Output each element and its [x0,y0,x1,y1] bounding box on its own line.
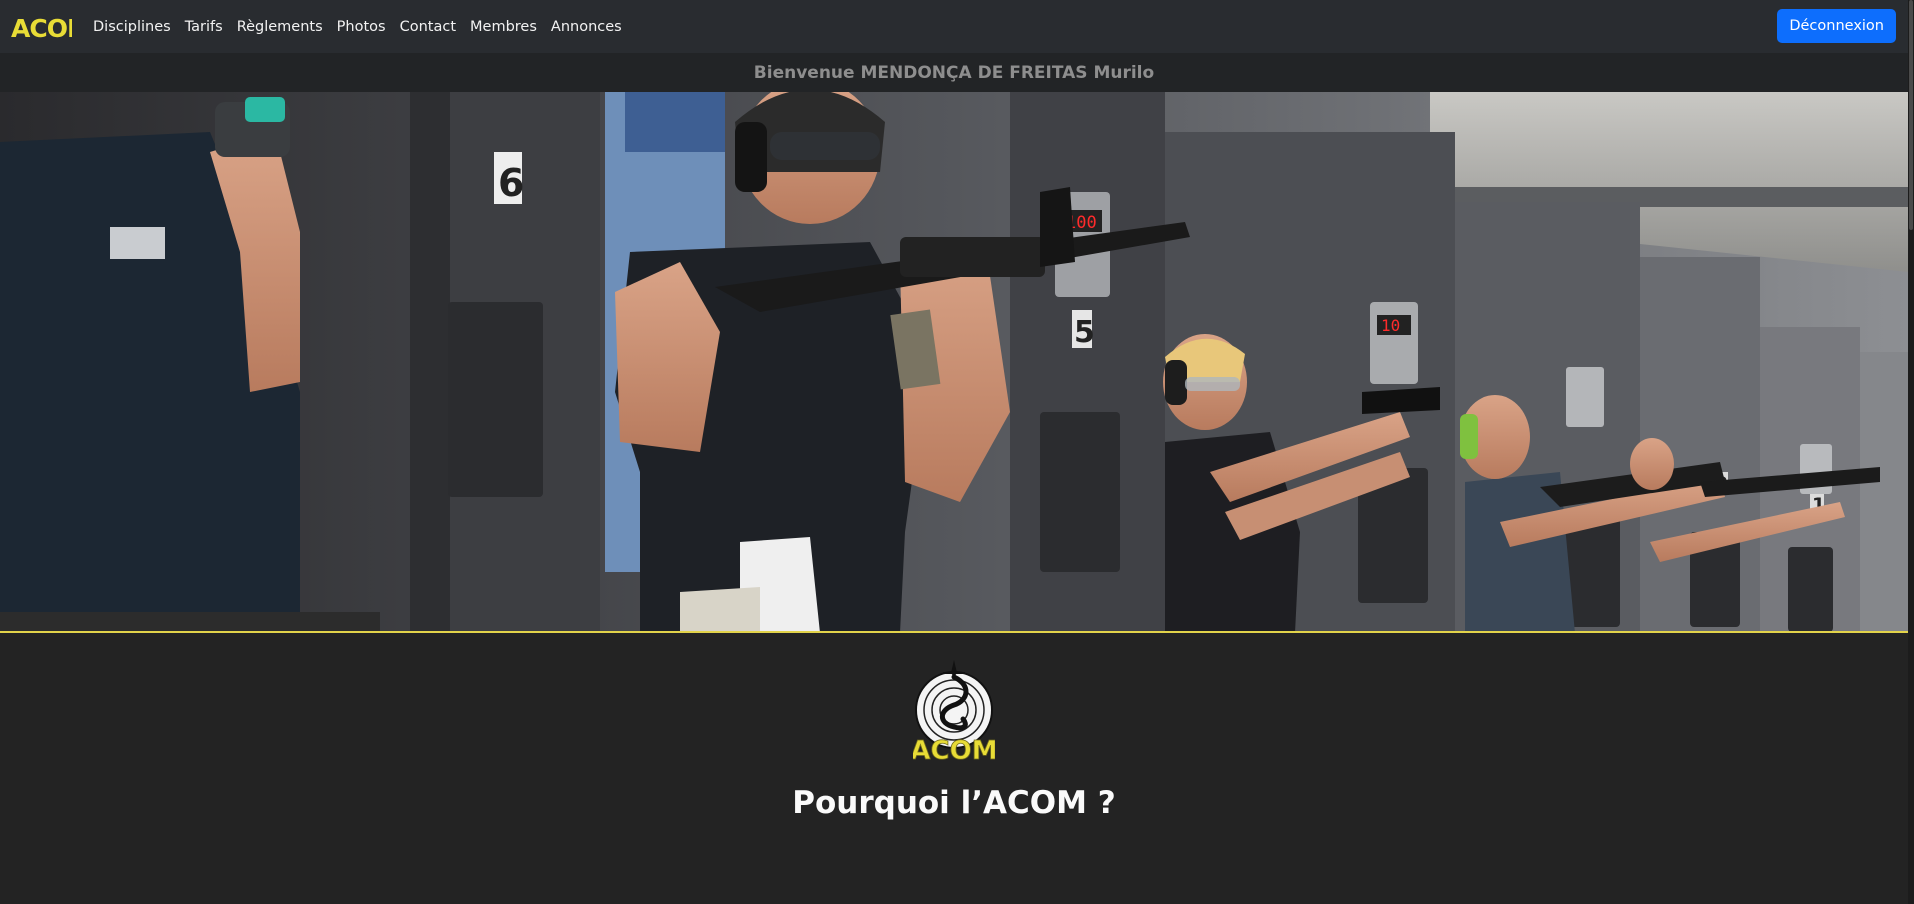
page-scrollbar[interactable] [1908,0,1914,904]
navbar: ACOM Disciplines Tarifs Règlements Photo… [0,0,1908,53]
logout-button[interactable]: Déconnexion [1777,9,1896,43]
nav-link-annonces[interactable]: Annonces [551,19,622,35]
target-readout-10: 10 [1381,316,1400,335]
acom-logo-icon: ACOM [11,14,72,41]
lane-number-5: 5 [1074,315,1095,350]
brand-logo[interactable]: ACOM [10,11,74,43]
nav-links: Disciplines Tarifs Règlements Photos Con… [93,19,636,35]
nav-link-membres[interactable]: Membres [470,19,537,35]
welcome-message: Bienvenue MENDONÇA DE FREITAS Murilo [753,62,1155,83]
acom-seal-logo: ACOM [913,660,995,765]
shooter-left [0,97,300,631]
nav-link-photos[interactable]: Photos [337,19,386,35]
shooting-range-photo: 6 5 2 1 100 10 [0,92,1908,631]
page: ACOM Disciplines Tarifs Règlements Photo… [0,0,1914,904]
hero-image: 6 5 2 1 100 10 [0,92,1908,633]
nav-link-contact[interactable]: Contact [400,19,456,35]
nav-link-tarifs[interactable]: Tarifs [185,19,223,35]
seal-text: ACOM [913,736,995,765]
brand-text: ACOM [11,14,72,41]
nav-link-disciplines[interactable]: Disciplines [93,19,171,35]
welcome-bar: Bienvenue MENDONÇA DE FREITAS Murilo [0,53,1908,92]
lane-number-6: 6 [498,161,524,205]
scrollbar-thumb[interactable] [1909,0,1913,230]
nav-link-reglements[interactable]: Règlements [237,19,323,35]
intro-section: ACOM Pourquoi l’ACOM ? [0,635,1908,904]
intro-title: Pourquoi l’ACOM ? [792,785,1116,821]
